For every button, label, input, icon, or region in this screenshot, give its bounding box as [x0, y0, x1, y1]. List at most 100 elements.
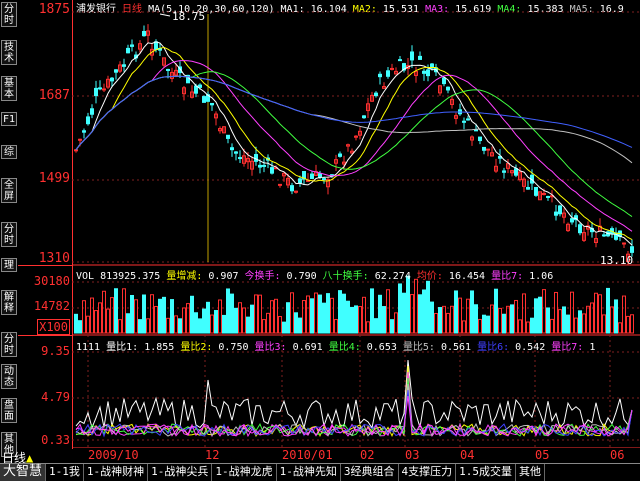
- candle-body: [254, 154, 258, 162]
- bottom-tab[interactable]: 1.5成交量: [456, 464, 517, 481]
- left-tab[interactable]: 综: [1, 145, 17, 159]
- stat-value: 0.691: [286, 342, 323, 353]
- volume-bar: [438, 307, 442, 334]
- volume-bar: [218, 299, 222, 334]
- volume-bar: [166, 317, 170, 334]
- left-tab[interactable]: 理: [1, 258, 17, 272]
- volume-bar: [554, 291, 558, 334]
- volume-bar: [478, 318, 482, 334]
- moving-average-line: [75, 75, 633, 164]
- volume-bar: [602, 314, 606, 334]
- moving-average-line: [75, 71, 633, 218]
- left-tab[interactable]: 技术: [1, 40, 17, 65]
- stat-name: 量比5:: [396, 342, 435, 353]
- date-tick: 2010/01: [282, 448, 333, 462]
- indicator-tick: 4.79: [41, 390, 70, 404]
- stat-value: 0.750: [212, 342, 249, 353]
- volume-bar: [530, 317, 534, 334]
- volume-bar: [158, 298, 162, 334]
- stat-name: 量比7:: [545, 342, 584, 353]
- left-tab[interactable]: 全屏: [1, 178, 17, 203]
- volume-bar: [302, 300, 306, 334]
- volume-bar: [230, 293, 234, 334]
- bottom-tab[interactable]: 3经典组合: [341, 464, 399, 481]
- volume-bar: [338, 290, 342, 334]
- stat-value: 16.454: [442, 271, 486, 282]
- candle-body: [442, 77, 446, 85]
- volume-bar: [522, 293, 526, 334]
- left-tab[interactable]: 分时: [1, 222, 17, 247]
- stat-name: 今换手:: [238, 271, 281, 282]
- volume-bar: [514, 299, 518, 334]
- candle-body: [318, 173, 322, 178]
- left-tab[interactable]: 解释: [1, 290, 17, 315]
- date-tick: 03: [405, 448, 420, 462]
- volume-bar: [206, 301, 210, 334]
- bottom-tab[interactable]: 1-战神先知: [277, 464, 341, 481]
- volume-bar: [354, 305, 358, 334]
- candle-body: [534, 186, 538, 196]
- volume-bar: [394, 312, 398, 334]
- bottom-tab[interactable]: 1-战神财神: [84, 464, 149, 481]
- candle-body: [410, 51, 414, 61]
- volume-bar: [542, 289, 546, 334]
- volume-bar: [222, 314, 226, 334]
- kline-chart[interactable]: 18.75 13.10: [72, 0, 640, 448]
- volume-bar: [410, 294, 414, 334]
- volume-bar: [382, 306, 386, 334]
- volume-bar: [110, 297, 114, 334]
- volume-bar: [546, 307, 550, 334]
- bottom-tab-bar: 大智慧 1-1我 1-战神财神 1-战神尖兵 1-战神龙虎 1-战神先知 3经典组合 4支撑压…: [0, 463, 640, 481]
- bottom-tab[interactable]: 1-战神尖兵: [148, 464, 213, 481]
- candle-body: [142, 30, 146, 37]
- volume-bar: [582, 313, 586, 334]
- indicator-line: [75, 359, 633, 430]
- volume-tick: 30180: [33, 274, 70, 288]
- left-tab[interactable]: 分时: [1, 332, 17, 357]
- bottom-tab[interactable]: 大智慧: [0, 464, 47, 481]
- volume-bar: [486, 315, 490, 334]
- bottom-tab[interactable]: 1-1我: [46, 464, 84, 481]
- bottom-tab[interactable]: 1-战神龙虎: [212, 464, 277, 481]
- candle-body: [422, 70, 426, 74]
- stat-name: 均价:: [410, 271, 443, 282]
- stat-name: 量比1:: [106, 342, 139, 353]
- volume-bar: [142, 294, 146, 334]
- volume-bar: [310, 298, 314, 334]
- volume-bar: [202, 308, 206, 334]
- volume-bar: [446, 312, 450, 334]
- left-tab[interactable]: 盘面: [1, 398, 17, 423]
- candle-body: [86, 116, 90, 125]
- left-tab[interactable]: 动态: [1, 364, 17, 389]
- left-tab[interactable]: 基本: [1, 76, 17, 101]
- date-tick: 02: [360, 448, 375, 462]
- left-tab[interactable]: 分时: [1, 2, 17, 27]
- left-tab-strip: 分时 技术 基本 F1 综全屏 分时理解释 分时 动态 盘面 其他: [0, 0, 18, 457]
- volume-bar: [502, 313, 506, 334]
- bottom-tab[interactable]: 4支撑压力: [399, 464, 457, 481]
- moving-average-line: [75, 46, 633, 241]
- volume-bar: [470, 290, 474, 334]
- candle-body: [622, 242, 626, 245]
- candle-body: [270, 167, 274, 174]
- volume-axis: 30180 14782 X100: [18, 265, 73, 336]
- left-tab[interactable]: F1: [1, 112, 17, 126]
- volume-bar: [534, 298, 538, 334]
- candle-body: [102, 88, 106, 91]
- candle-body: [602, 234, 606, 237]
- volume-bar: [562, 306, 566, 334]
- candle-body: [390, 67, 394, 70]
- candle-body: [130, 44, 134, 47]
- high-annotation: 18.75: [172, 10, 205, 23]
- bottom-tab[interactable]: 其他: [516, 464, 546, 481]
- volume-bar: [538, 296, 542, 334]
- volume-bar: [482, 314, 486, 334]
- candle-body: [258, 164, 262, 168]
- stat-value: 62.274: [368, 271, 411, 282]
- indicator-tick: 9.35: [41, 344, 70, 358]
- candle-body: [630, 246, 634, 253]
- volume-bar: [74, 313, 78, 334]
- volume-bar: [342, 293, 346, 334]
- volume-bar: [494, 288, 498, 334]
- volume-bar: [366, 321, 370, 334]
